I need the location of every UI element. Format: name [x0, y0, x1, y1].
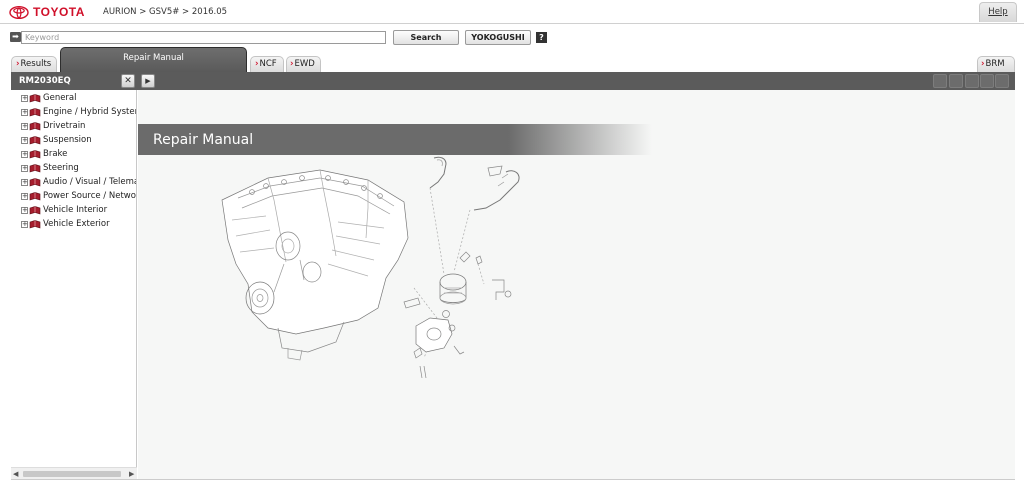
toolbar-disabled-button-1[interactable]	[933, 74, 947, 88]
repair-manual-banner: Repair Manual	[138, 124, 652, 155]
document-code: RM2030EQ	[19, 76, 71, 86]
chevron-right-icon: ›	[16, 59, 20, 69]
tree-item-label: Steering	[43, 163, 79, 173]
close-icon: ✕	[124, 76, 132, 86]
tab-repair-manual[interactable]: Repair Manual	[60, 47, 247, 72]
manual-toolbar: RM2030EQ ✕ ▶	[11, 72, 1015, 90]
bottom-divider	[11, 479, 1015, 480]
banner-title: Repair Manual	[153, 132, 254, 148]
plus-expander-icon[interactable]: +	[21, 220, 28, 228]
help-question-button[interactable]: ?	[536, 32, 547, 43]
tab-results[interactable]: ›Results	[11, 56, 57, 72]
tree-item-label: Brake	[43, 149, 68, 159]
navigation-tree: + General + Engine / Hybrid System + Dri…	[11, 90, 137, 467]
toolbar-disabled-button-2[interactable]	[949, 74, 963, 88]
tree-item-suspension[interactable]: + Suspension	[21, 134, 92, 146]
manual-book-icon	[29, 219, 41, 228]
tree-item-vehicle-interior[interactable]: + Vehicle Interior	[21, 204, 107, 216]
tree-item-label: Vehicle Exterior	[43, 219, 110, 229]
yokogushi-button[interactable]: YOKOGUSHI	[465, 30, 531, 45]
plus-expander-icon[interactable]: +	[21, 122, 28, 130]
tree-item-drivetrain[interactable]: + Drivetrain	[21, 120, 85, 132]
tab-ncf[interactable]: ›NCF	[250, 56, 284, 72]
toyota-emblem-icon	[9, 5, 29, 19]
tab-ewd-label: EWD	[294, 59, 315, 69]
expand-pane-button[interactable]: ▶	[141, 74, 155, 88]
tree-item-label: Engine / Hybrid System	[43, 107, 137, 117]
tree-item-audio-visual[interactable]: + Audio / Visual / Telematics	[21, 176, 136, 188]
manual-book-icon	[29, 177, 41, 186]
help-link[interactable]: Help	[988, 7, 1007, 17]
manual-content-pane: Repair Manual	[138, 90, 1015, 479]
toolbar-disabled-button-3[interactable]	[965, 74, 979, 88]
manual-book-icon	[29, 149, 41, 158]
tree-item-label: Suspension	[43, 135, 92, 145]
tree-item-label: Power Source / Network	[43, 191, 137, 201]
scrollbar-thumb[interactable]	[23, 471, 121, 477]
tab-brm-label: BRM	[985, 59, 1005, 69]
plus-expander-icon[interactable]: +	[21, 178, 28, 186]
manual-book-icon	[29, 93, 41, 102]
tree-item-engine-hybrid[interactable]: + Engine / Hybrid System	[21, 106, 137, 118]
brand-name: TOYOTA	[33, 5, 85, 19]
manual-book-icon	[29, 191, 41, 200]
plus-expander-icon[interactable]: +	[21, 150, 28, 158]
manual-book-icon	[29, 135, 41, 144]
tab-ewd[interactable]: ›EWD	[286, 56, 321, 72]
engine-exploded-diagram	[221, 156, 520, 379]
manual-book-icon	[29, 107, 41, 116]
plus-expander-icon[interactable]: +	[21, 192, 28, 200]
tree-item-general[interactable]: + General	[21, 92, 77, 104]
help-tab[interactable]: Help	[979, 2, 1017, 22]
scroll-right-icon[interactable]: ▶	[129, 470, 134, 478]
manual-book-icon	[29, 121, 41, 130]
toolbar-prev-button[interactable]	[980, 74, 994, 88]
chevron-right-icon: ›	[981, 59, 985, 69]
tab-repair-manual-label: Repair Manual	[123, 53, 184, 63]
tab-brm[interactable]: ›BRM	[977, 56, 1015, 72]
search-button[interactable]: Search	[393, 30, 459, 45]
toyota-logo: TOYOTA	[9, 5, 85, 19]
play-right-icon: ▶	[145, 77, 151, 85]
tab-results-label: Results	[20, 59, 52, 69]
scroll-left-icon[interactable]: ◀	[13, 470, 18, 478]
tree-item-label: Drivetrain	[43, 121, 86, 131]
tree-horizontal-scrollbar[interactable]: ◀ ▶	[11, 467, 137, 479]
plus-expander-icon[interactable]: +	[21, 206, 28, 214]
manual-book-icon	[29, 205, 41, 214]
close-document-button[interactable]: ✕	[121, 74, 135, 88]
keyword-arrow-icon: ➡	[10, 32, 21, 42]
tab-ncf-label: NCF	[259, 59, 277, 69]
breadcrumb: AURION > GSV5# > 2016.05	[103, 7, 228, 17]
plus-expander-icon[interactable]: +	[21, 94, 28, 102]
tree-item-power-source[interactable]: + Power Source / Network	[21, 190, 137, 202]
manual-book-icon	[29, 163, 41, 172]
tree-item-brake[interactable]: + Brake	[21, 148, 67, 160]
keyword-input[interactable]	[21, 31, 386, 44]
plus-expander-icon[interactable]: +	[21, 108, 28, 116]
tree-item-label: Audio / Visual / Telematics	[43, 177, 136, 187]
plus-expander-icon[interactable]: +	[21, 164, 28, 172]
top-header: TOYOTA AURION > GSV5# > 2016.05 Help	[0, 0, 1024, 24]
tree-item-label: Vehicle Interior	[43, 205, 108, 215]
app-window: TOYOTA AURION > GSV5# > 2016.05 Help ➡ S…	[0, 0, 1024, 484]
toolbar-next-button[interactable]	[995, 74, 1009, 88]
plus-expander-icon[interactable]: +	[21, 136, 28, 144]
chevron-right-icon: ›	[290, 59, 294, 69]
tree-item-label: General	[43, 93, 77, 103]
chevron-right-icon: ›	[255, 59, 259, 69]
tree-item-steering[interactable]: + Steering	[21, 162, 79, 174]
tree-item-vehicle-exterior[interactable]: + Vehicle Exterior	[21, 218, 110, 230]
